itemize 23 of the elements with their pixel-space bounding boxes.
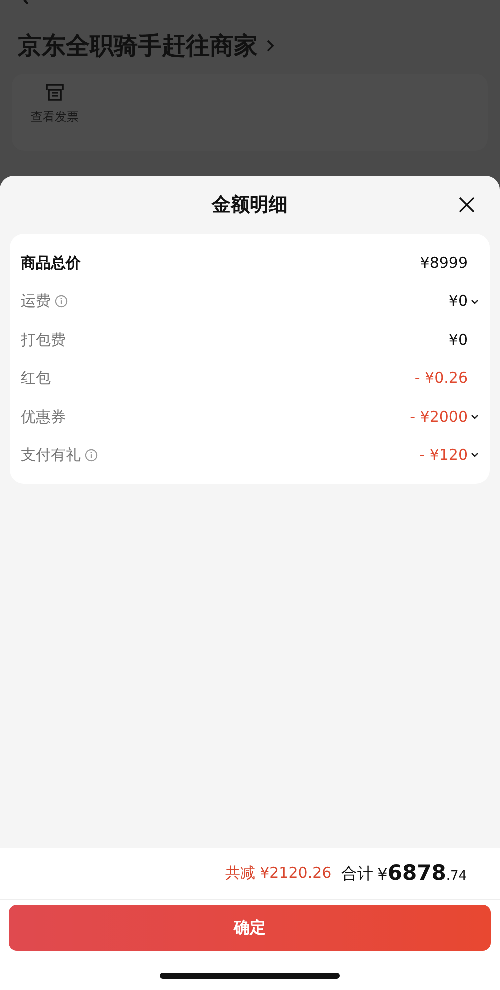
- fee-label: 优惠券: [21, 406, 66, 428]
- fee-label: 打包费: [21, 330, 66, 351]
- fee-amount: - ¥0.26: [414, 368, 468, 390]
- fee-label: 支付有礼: [21, 444, 81, 466]
- invoice-icon: [44, 82, 66, 102]
- total-reduction: 共减 ¥2120.26: [225, 863, 332, 884]
- total-amount: ¥6878.74: [378, 860, 467, 887]
- fee-amount: ¥8999: [420, 252, 468, 274]
- fee-label: 红包: [21, 368, 51, 390]
- total-label: 合计: [342, 862, 374, 884]
- fee-amount: ¥0: [448, 330, 468, 351]
- fee-label: 商品总价: [21, 252, 81, 274]
- confirm-button[interactable]: 确定: [9, 905, 491, 951]
- close-icon[interactable]: [459, 197, 475, 213]
- chevron-right-icon[interactable]: [266, 38, 276, 54]
- info-icon[interactable]: [85, 448, 98, 462]
- fee-amount: - ¥120: [420, 444, 468, 466]
- order-status-title: 京东全职骑手赶往商家: [18, 31, 258, 62]
- info-icon[interactable]: [55, 295, 68, 308]
- fee-label: 运费: [21, 291, 51, 312]
- sheet-title: 金额明细: [212, 192, 288, 218]
- fee-amount: - ¥2000: [410, 406, 468, 428]
- fee-amount: ¥0: [448, 291, 468, 312]
